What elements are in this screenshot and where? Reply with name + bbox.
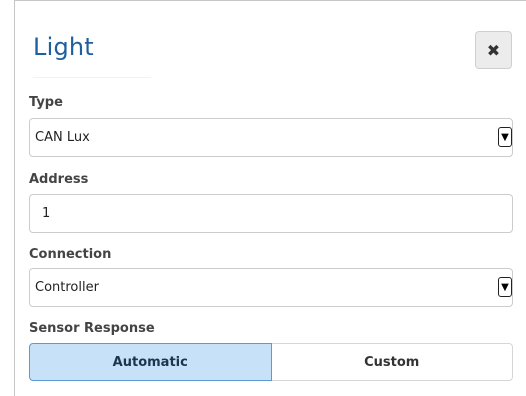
- sensor-response-toggle: Automatic Custom: [29, 343, 513, 381]
- type-label: Type: [29, 95, 63, 110]
- custom-option-button[interactable]: Custom: [271, 343, 513, 381]
- type-select[interactable]: CAN Lux ▼: [29, 118, 513, 157]
- title-divider: [33, 77, 151, 78]
- automatic-option-button[interactable]: Automatic: [29, 343, 272, 381]
- connection-label: Connection: [29, 247, 112, 262]
- close-icon: ✖: [486, 40, 501, 60]
- connection-select[interactable]: Controller ▼: [29, 268, 513, 307]
- dialog-title: Light: [33, 33, 94, 61]
- address-label: Address: [29, 172, 89, 187]
- sensor-response-label: Sensor Response: [29, 321, 155, 336]
- address-input[interactable]: 1: [29, 194, 513, 233]
- type-select-value: CAN Lux: [35, 130, 90, 145]
- light-settings-panel: Light ✖ Type CAN Lux ▼ Address 1 Connect…: [14, 0, 526, 396]
- close-button[interactable]: ✖: [475, 31, 512, 69]
- chevron-down-icon: ▼: [498, 277, 512, 297]
- chevron-down-icon: ▼: [498, 127, 512, 147]
- connection-select-value: Controller: [35, 280, 99, 295]
- address-input-value: 1: [42, 206, 51, 221]
